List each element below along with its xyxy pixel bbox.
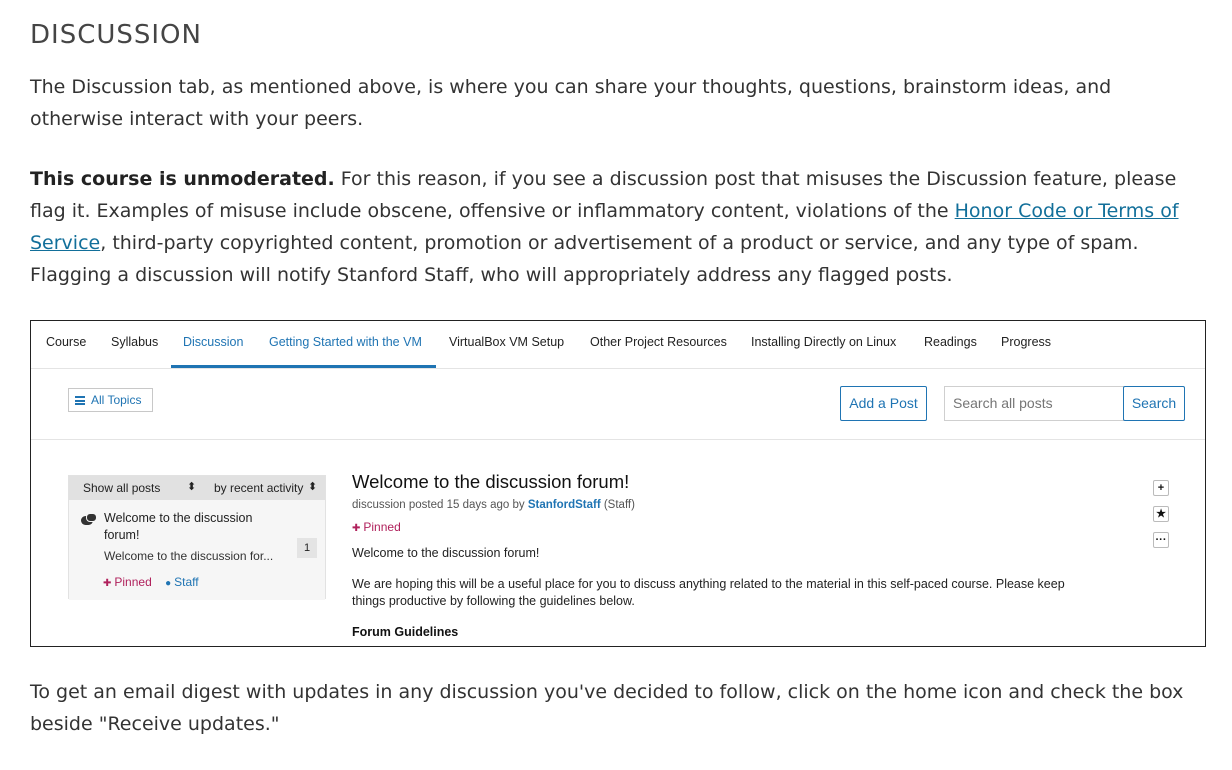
add-post-button[interactable]: Add a Post [840, 386, 927, 421]
order-select[interactable]: by recent activity [214, 481, 303, 495]
active-tab-underline [171, 365, 436, 368]
tab-syllabus[interactable]: Syllabus [111, 335, 158, 349]
sort-bar: Show all posts ⬍ by recent activity ⬍ [69, 476, 325, 500]
pin-icon: ✚ [352, 523, 361, 534]
tab-course[interactable]: Course [46, 335, 86, 349]
comments-icon [81, 513, 97, 525]
thread-preview: Welcome to the discussion for... [104, 549, 274, 563]
sort-arrows-icon: ⬍ [187, 481, 197, 493]
pinned-label: Pinned [114, 575, 152, 589]
comment-count-badge: 1 [297, 538, 317, 558]
post-pinned-tag: ✚ Pinned [352, 520, 401, 534]
section-heading: DISCUSSION [30, 20, 202, 50]
staff-label: Staff [174, 575, 199, 589]
post-content: Welcome to the discussion forum! discuss… [352, 471, 1112, 639]
search-button[interactable]: Search [1123, 386, 1185, 421]
post-pinned-label: Pinned [363, 520, 401, 534]
add-response-icon[interactable]: + [1153, 480, 1169, 496]
moderation-paragraph: This course is unmoderated. For this rea… [30, 163, 1210, 291]
thread-list-sidebar: Show all posts ⬍ by recent activity ⬍ We… [68, 475, 326, 600]
tab-progress[interactable]: Progress [1001, 335, 1051, 349]
search-input[interactable] [944, 386, 1124, 421]
author-role: (Staff) [600, 499, 635, 511]
user-icon: ● [165, 578, 172, 589]
forum-guidelines-heading: Forum Guidelines [352, 625, 459, 639]
tab-virtualbox-setup[interactable]: VirtualBox VM Setup [449, 335, 564, 349]
list-item[interactable]: Welcome to the discussion forum! Welcome… [69, 500, 325, 600]
menu-icon [75, 396, 85, 405]
thread-tags: ✚ Pinned ● Staff [103, 575, 199, 589]
all-topics-label: All Topics [91, 393, 142, 407]
author-link[interactable]: StanfordStaff [528, 499, 601, 511]
tab-discussion[interactable]: Discussion [183, 335, 243, 349]
thread-title: Welcome to the discussion forum! [104, 511, 253, 542]
header-divider [31, 439, 1205, 440]
tab-readings[interactable]: Readings [924, 335, 977, 349]
star-icon[interactable]: ★ [1153, 506, 1169, 522]
discussion-screenshot: Course Syllabus Discussion Getting Start… [30, 320, 1206, 647]
intro-paragraph: The Discussion tab, as mentioned above, … [30, 76, 1112, 130]
pinned-tag: ✚ Pinned [103, 575, 152, 589]
unmoderated-notice: This course is unmoderated. [30, 168, 335, 190]
post-body-paragraph: We are hoping this will be a useful plac… [352, 577, 1065, 608]
post-meta: discussion posted 15 days ago by Stanfor… [352, 499, 635, 511]
tab-installing-linux[interactable]: Installing Directly on Linux [751, 335, 896, 349]
post-meta-prefix: discussion posted 15 days ago by [352, 499, 528, 511]
all-topics-button[interactable]: All Topics [68, 388, 153, 412]
moderation-text-2: , third-party copyrighted content, promo… [30, 232, 1139, 286]
tab-getting-started[interactable]: Getting Started with the VM [269, 335, 422, 349]
filter-select[interactable]: Show all posts [83, 481, 160, 495]
more-options-icon[interactable]: ··· [1153, 532, 1169, 548]
tab-other-resources[interactable]: Other Project Resources [590, 335, 727, 349]
staff-tag: ● Staff [165, 575, 199, 589]
post-body-line: Welcome to the discussion forum! [352, 546, 540, 560]
course-tab-bar: Course Syllabus Discussion Getting Start… [31, 321, 1205, 369]
email-digest-paragraph: To get an email digest with updates in a… [30, 681, 1184, 735]
post-title: Welcome to the discussion forum! [352, 471, 630, 492]
pin-icon: ✚ [103, 578, 112, 589]
sort-arrows-icon: ⬍ [308, 481, 318, 493]
